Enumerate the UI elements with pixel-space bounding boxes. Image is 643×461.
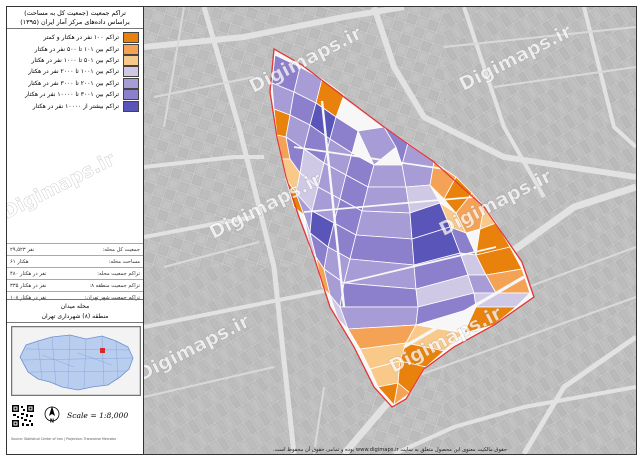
- copyright-notice: حقوق مالکیت معنوی این محصول متعلق به سای…: [273, 447, 507, 453]
- legend-label: تراکم بین ۲۰۰۱ تا ۳۰۰۰ نفر در هکتار: [28, 79, 119, 87]
- stat-row: ۶۱ هکتار مساحت محله:: [7, 255, 143, 267]
- legend-swatch: [123, 89, 139, 101]
- stat-value: ۳۳۵ نفر در هکتار: [10, 282, 47, 289]
- place-box: محله میدان منطقه (۸) شهرداری تهران: [7, 299, 143, 323]
- legend: تراکم ۱۰۰ نفر در هکتار و کمتر تراکم بین ۱…: [7, 29, 143, 112]
- north-arrow-icon: N: [44, 406, 60, 425]
- legend-label: تراکم بین ۱۰۱ تا ۵۰۰ نفر در هکتار: [34, 45, 119, 53]
- neighborhood-name: محله میدان: [60, 303, 90, 310]
- legend-panel: تراکم جمعیت (جمعیت کل به مساحت) براساس د…: [7, 7, 144, 454]
- legend-label: تراکم بیشتر از ۱۰۰۰۰ نفر در هکتار: [32, 102, 119, 110]
- stat-value: ۴۸۰ نفر در هکتار: [10, 270, 47, 277]
- legend-item: تراکم بین ۱۰۰۱ تا ۲۰۰۰ نفر در هکتار: [11, 66, 139, 78]
- legend-swatch: [123, 100, 139, 112]
- location-inset-map: [11, 326, 141, 396]
- title-line-2: براساس داده‌های مرکز آمار ایران (۱۳۹۵): [20, 18, 130, 26]
- legend-swatch: [123, 77, 139, 89]
- neighborhood-location-marker: [100, 348, 105, 353]
- district-name: منطقه (۸) شهرداری تهران: [41, 313, 109, 320]
- stat-key: مساحت محله:: [108, 258, 140, 265]
- stat-row: ۴۸۰ نفر در هکتار تراکم جمعیت محله:: [7, 267, 143, 279]
- stat-key: تراکم جمعیت محله:: [97, 270, 140, 277]
- stat-value: ۲۹,۵۲۳ نفر: [10, 246, 35, 253]
- legend-item: تراکم بیشتر از ۱۰۰۰۰ نفر در هکتار: [11, 100, 139, 112]
- legend-swatch: [123, 32, 139, 44]
- legend-swatch: [123, 66, 139, 78]
- map-canvas[interactable]: Digimaps.ir Digimaps.ir Digimaps.ir Digi…: [144, 7, 636, 454]
- legend-label: تراکم بین ۱۰۰۱ تا ۲۰۰۰ نفر در هکتار: [28, 68, 119, 76]
- qr-code-icon: [11, 404, 35, 428]
- title-line-1: تراکم جمعیت (جمعیت کل به مساحت): [24, 9, 126, 17]
- legend-item: تراکم بین ۲۰۰۱ تا ۳۰۰۰ نفر در هکتار: [11, 77, 139, 89]
- legend-label: تراکم بین ۳۰۰۱ تا ۱۰۰۰۰ نفر در هکتار: [24, 91, 119, 99]
- map-title: تراکم جمعیت (جمعیت کل به مساحت) براساس د…: [7, 7, 143, 29]
- svg-text:N: N: [50, 419, 54, 425]
- legend-label: تراکم بین ۵۰۱ تا ۱۰۰۰ نفر در هکتار: [31, 56, 119, 64]
- legend-label: تراکم ۱۰۰ نفر در هکتار و کمتر: [43, 34, 119, 42]
- stat-row: ۲۹,۵۲۳ نفر جمعیت کل محله:: [7, 243, 143, 255]
- stat-key: جمعیت کل محله:: [102, 246, 140, 253]
- statistics-table: ۲۹,۵۲۳ نفر جمعیت کل محله: ۶۱ هکتار مساحت مح…: [7, 243, 143, 303]
- source-note: Source: Statistical Center of Iran | Pro…: [11, 437, 117, 441]
- scale-label: Scale = 1:8,000: [67, 411, 129, 420]
- legend-item: تراکم بین ۳۰۰۱ تا ۱۰۰۰۰ نفر در هکتار: [11, 89, 139, 101]
- legend-item: تراکم بین ۵۰۱ تا ۱۰۰۰ نفر در هکتار: [11, 54, 139, 66]
- stat-key: تراکم جمعیت منطقه ۸:: [89, 282, 140, 289]
- stat-row: ۳۳۵ نفر در هکتار تراکم جمعیت منطقه ۸:: [7, 279, 143, 291]
- map-sheet: تراکم جمعیت (جمعیت کل به مساحت) براساس د…: [6, 6, 637, 455]
- legend-item: تراکم بین ۱۰۱ تا ۵۰۰ نفر در هکتار: [11, 43, 139, 55]
- stat-value: ۶۱ هکتار: [10, 258, 29, 265]
- map-footer-block: N Scale = 1:8,000 Source: Statistical Ce…: [7, 399, 143, 454]
- legend-swatch: [123, 54, 139, 66]
- legend-item: تراکم ۱۰۰ نفر در هکتار و کمتر: [11, 32, 139, 44]
- legend-swatch: [123, 43, 139, 55]
